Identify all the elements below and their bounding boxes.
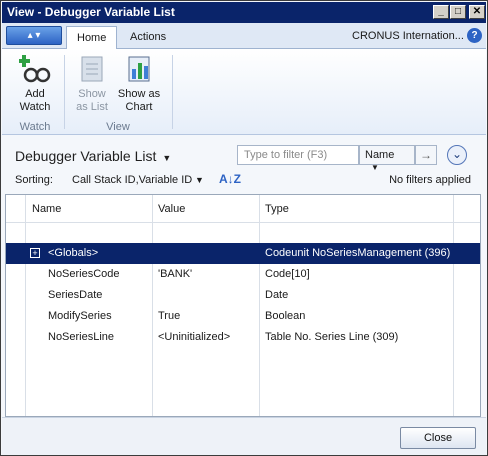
- arrow-right-icon: →: [420, 148, 432, 162]
- ribbon-tab-row: ▴ ▾ Home Actions CRONUS Internation... ?: [2, 23, 486, 49]
- cell-name: ModifySeries: [48, 310, 112, 322]
- column-header-value[interactable]: Value: [158, 203, 185, 215]
- window-title: View - Debugger Variable List: [7, 5, 175, 19]
- filter-field-dropdown[interactable]: Name ▼: [359, 145, 415, 172]
- filter-field-label: Name: [365, 149, 395, 161]
- table-row[interactable]: ModifySeries True Boolean: [6, 306, 480, 327]
- cell-name: SeriesDate: [48, 289, 103, 301]
- help-icon[interactable]: ?: [467, 28, 482, 43]
- show-as-chart-icon: [128, 56, 150, 82]
- cell-name: <Globals>: [48, 247, 99, 259]
- filter-input[interactable]: Type to filter (F3): [237, 145, 359, 165]
- tab-home[interactable]: Home: [66, 26, 118, 49]
- chevron-down-icon: ▼: [162, 153, 172, 163]
- show-as-chart-label: Show as Chart: [117, 88, 161, 113]
- add-watch-button[interactable]: Add Watch: [12, 53, 58, 114]
- column-header-name[interactable]: Name: [32, 203, 61, 215]
- add-watch-label: Add Watch: [19, 88, 51, 113]
- table-row[interactable]: NoSeriesCode 'BANK' Code[10]: [6, 264, 480, 285]
- cell-type: Codeunit NoSeriesManagement (396): [265, 247, 451, 259]
- apply-filter-button[interactable]: →: [415, 145, 437, 165]
- cell-name: NoSeriesCode: [48, 268, 120, 280]
- cell-type: Table No. Series Line (309): [265, 331, 399, 343]
- sorting-row: Sorting: Call Stack ID,Variable ID ▼ A↓Z…: [15, 172, 475, 190]
- group-label-view: View: [106, 121, 130, 133]
- cell-value: 'BANK': [158, 268, 193, 280]
- variable-grid: Name Value Type + <Globals> Codeunit NoS…: [5, 194, 481, 417]
- expand-icon[interactable]: +: [30, 248, 40, 258]
- window: View - Debugger Variable List _ □ ✕ ▴ ▾ …: [0, 0, 488, 456]
- chevron-down-icon: ▼: [371, 163, 379, 172]
- collapse-icon[interactable]: ⌄: [447, 145, 467, 165]
- page-title[interactable]: Debugger Variable List ▼: [15, 148, 171, 164]
- close-button[interactable]: Close: [400, 427, 476, 449]
- page-title-text: Debugger Variable List: [15, 148, 157, 164]
- add-watch-icon: [19, 55, 51, 83]
- minimize-button[interactable]: _: [433, 5, 449, 19]
- sorting-label: Sorting:: [15, 174, 53, 186]
- show-as-list-label: Show as List: [76, 88, 108, 113]
- cell-type: Boolean: [265, 310, 306, 322]
- show-as-list-icon: [81, 56, 103, 82]
- column-header-type[interactable]: Type: [265, 203, 289, 215]
- show-as-list-button[interactable]: Show as List: [72, 53, 112, 114]
- maximize-button[interactable]: □: [450, 5, 466, 19]
- cell-name: NoSeriesLine: [48, 331, 115, 343]
- bottom-bar: Close: [2, 417, 486, 455]
- sorting-value[interactable]: Call Stack ID,Variable ID: [72, 174, 192, 186]
- show-as-chart-button[interactable]: Show as Chart: [116, 53, 162, 114]
- filter-status: No filters applied: [389, 174, 471, 186]
- grid-header: Name Value Type: [6, 195, 480, 223]
- group-separator: [64, 55, 65, 129]
- table-row[interactable]: NoSeriesLine <Uninitialized> Table No. S…: [6, 327, 480, 348]
- sort-az-icon[interactable]: A↓Z: [219, 172, 241, 186]
- cell-type: Code[10]: [265, 268, 310, 280]
- tab-actions[interactable]: Actions: [120, 26, 176, 49]
- table-row[interactable]: SeriesDate Date: [6, 285, 480, 306]
- close-window-button[interactable]: ✕: [469, 5, 485, 19]
- group-label-watch: Watch: [19, 121, 51, 133]
- company-name[interactable]: CRONUS Internation...: [352, 30, 464, 42]
- application-menu-button[interactable]: ▴ ▾: [6, 26, 62, 45]
- chevron-down-icon[interactable]: ▼: [195, 175, 204, 185]
- cell-value: <Uninitialized>: [158, 331, 231, 343]
- table-row[interactable]: + <Globals> Codeunit NoSeriesManagement …: [6, 243, 480, 264]
- ribbon: Add Watch Watch Show as List Show as Cha…: [2, 49, 486, 135]
- group-separator: [172, 55, 173, 129]
- title-bar: View - Debugger Variable List _ □ ✕: [2, 2, 486, 23]
- cell-value: True: [158, 310, 181, 322]
- cell-type: Date: [265, 289, 289, 301]
